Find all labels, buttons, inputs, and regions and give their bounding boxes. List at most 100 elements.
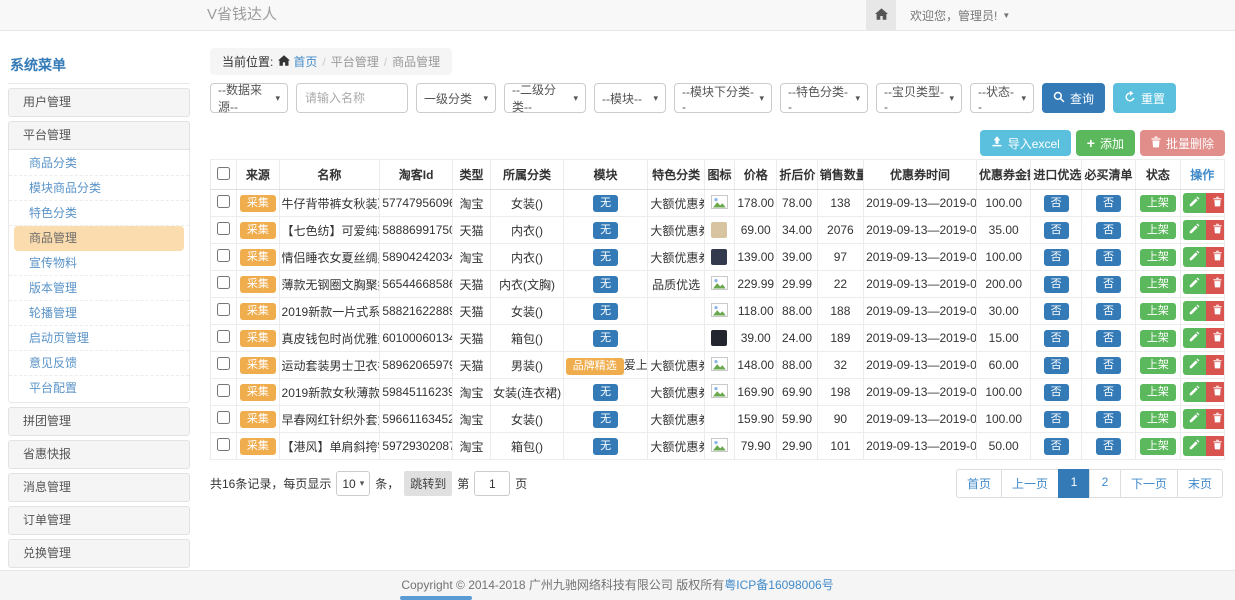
- imported-badge[interactable]: 否: [1044, 411, 1069, 428]
- imported-badge[interactable]: 否: [1044, 276, 1069, 293]
- row-checkbox[interactable]: [217, 195, 230, 208]
- edit-button[interactable]: [1183, 328, 1206, 348]
- status-badge[interactable]: 上架: [1140, 357, 1176, 374]
- status-badge[interactable]: 上架: [1140, 303, 1176, 320]
- status-badge[interactable]: 上架: [1140, 249, 1176, 266]
- must-buy-badge[interactable]: 否: [1096, 411, 1121, 428]
- must-buy-badge[interactable]: 否: [1096, 330, 1121, 347]
- row-checkbox[interactable]: [217, 276, 230, 289]
- edit-button[interactable]: [1183, 355, 1206, 375]
- status-badge[interactable]: 上架: [1140, 276, 1176, 293]
- filter-select-5[interactable]: --模块下分类--▾: [674, 83, 772, 113]
- page-button-2[interactable]: 1: [1058, 469, 1090, 498]
- row-checkbox[interactable]: [217, 384, 230, 397]
- sidebar-subitem-1[interactable]: 模块商品分类: [9, 176, 189, 201]
- sidebar-group-bottom-2[interactable]: 消息管理: [8, 473, 190, 502]
- filter-select-3[interactable]: --二级分类--▾: [504, 83, 586, 113]
- row-checkbox[interactable]: [217, 249, 230, 262]
- must-buy-badge[interactable]: 否: [1096, 303, 1121, 320]
- edit-button[interactable]: [1183, 220, 1206, 240]
- sidebar-group-bottom-1[interactable]: 省惠快报: [8, 440, 190, 469]
- status-badge[interactable]: 上架: [1140, 411, 1176, 428]
- sidebar-subitem-4[interactable]: 宣传物料: [9, 251, 189, 276]
- row-checkbox[interactable]: [217, 330, 230, 343]
- page-button-4[interactable]: 下一页: [1120, 469, 1178, 498]
- imported-badge[interactable]: 否: [1044, 195, 1069, 212]
- breadcrumb-home-link[interactable]: 首页: [278, 53, 317, 70]
- status-badge[interactable]: 上架: [1140, 222, 1176, 239]
- imported-badge[interactable]: 否: [1044, 303, 1069, 320]
- jump-button[interactable]: 跳转到: [404, 471, 452, 496]
- status-badge[interactable]: 上架: [1140, 384, 1176, 401]
- row-checkbox[interactable]: [217, 438, 230, 451]
- imported-badge[interactable]: 否: [1044, 357, 1069, 374]
- row-checkbox[interactable]: [217, 222, 230, 235]
- sidebar-subitem-5[interactable]: 版本管理: [9, 276, 189, 301]
- edit-button[interactable]: [1183, 436, 1206, 456]
- filter-select-6[interactable]: --特色分类--▾: [780, 83, 868, 113]
- sidebar-subitem-9[interactable]: 平台配置: [9, 376, 189, 401]
- horizontal-scrollbar-thumb[interactable]: [400, 596, 472, 600]
- edit-button[interactable]: [1183, 247, 1206, 267]
- jump-page-input[interactable]: [474, 471, 510, 496]
- imported-badge[interactable]: 否: [1044, 222, 1069, 239]
- delete-button[interactable]: [1206, 301, 1225, 321]
- delete-button[interactable]: [1206, 274, 1225, 294]
- reset-button[interactable]: 重置: [1113, 83, 1176, 113]
- must-buy-badge[interactable]: 否: [1096, 276, 1121, 293]
- sidebar-subitem-8[interactable]: 意见反馈: [9, 351, 189, 376]
- sidebar-group-bottom-3[interactable]: 订单管理: [8, 506, 190, 535]
- page-button-1[interactable]: 上一页: [1001, 469, 1059, 498]
- page-button-0[interactable]: 首页: [956, 469, 1002, 498]
- status-badge[interactable]: 上架: [1140, 438, 1176, 455]
- delete-button[interactable]: [1206, 436, 1225, 456]
- edit-button[interactable]: [1183, 274, 1206, 294]
- filter-select-2[interactable]: 一级分类▾: [416, 83, 496, 113]
- home-button[interactable]: [866, 0, 896, 30]
- filter-select-7[interactable]: --宝贝类型--▾: [876, 83, 962, 113]
- filter-select-0[interactable]: --数据来源--▾: [210, 83, 288, 113]
- sidebar-group-bottom-0[interactable]: 拼团管理: [8, 407, 190, 436]
- delete-button[interactable]: [1206, 193, 1225, 213]
- delete-button[interactable]: [1206, 247, 1225, 267]
- imported-badge[interactable]: 否: [1044, 330, 1069, 347]
- page-button-5[interactable]: 末页: [1177, 469, 1223, 498]
- must-buy-badge[interactable]: 否: [1096, 438, 1121, 455]
- must-buy-badge[interactable]: 否: [1096, 222, 1121, 239]
- sidebar-subitem-2[interactable]: 特色分类: [9, 201, 189, 226]
- sidebar-subitem-3[interactable]: 商品管理: [14, 226, 184, 251]
- sidebar-subitem-6[interactable]: 轮播管理: [9, 301, 189, 326]
- delete-button[interactable]: [1206, 220, 1225, 240]
- delete-button[interactable]: [1206, 328, 1225, 348]
- sidebar-subitem-0[interactable]: 商品分类: [9, 151, 189, 176]
- status-badge[interactable]: 上架: [1140, 330, 1176, 347]
- row-checkbox[interactable]: [217, 411, 230, 424]
- row-checkbox[interactable]: [217, 357, 230, 370]
- edit-button[interactable]: [1183, 193, 1206, 213]
- sidebar-group-user[interactable]: 用户管理: [8, 88, 190, 117]
- filter-select-4[interactable]: --模块--▾: [594, 83, 666, 113]
- page-button-3[interactable]: 2: [1089, 469, 1121, 498]
- must-buy-badge[interactable]: 否: [1096, 195, 1121, 212]
- select-all-checkbox[interactable]: [217, 167, 230, 180]
- must-buy-badge[interactable]: 否: [1096, 357, 1121, 374]
- sidebar-group-platform[interactable]: 平台管理: [8, 121, 190, 150]
- sidebar-subitem-7[interactable]: 启动页管理: [9, 326, 189, 351]
- row-checkbox[interactable]: [217, 303, 230, 316]
- imported-badge[interactable]: 否: [1044, 438, 1069, 455]
- delete-button[interactable]: [1206, 382, 1225, 402]
- status-badge[interactable]: 上架: [1140, 195, 1176, 212]
- filter-select-8[interactable]: --状态--▾: [970, 83, 1034, 113]
- must-buy-badge[interactable]: 否: [1096, 249, 1121, 266]
- icp-link[interactable]: 粤ICP备16098006号: [724, 578, 833, 592]
- edit-button[interactable]: [1183, 382, 1206, 402]
- add-button[interactable]: + 添加: [1076, 130, 1135, 156]
- imported-badge[interactable]: 否: [1044, 249, 1069, 266]
- must-buy-badge[interactable]: 否: [1096, 384, 1121, 401]
- batch-delete-button[interactable]: 批量删除: [1140, 130, 1225, 156]
- edit-button[interactable]: [1183, 409, 1206, 429]
- per-page-select[interactable]: 10 ▾: [336, 471, 370, 496]
- search-button[interactable]: 查询: [1042, 83, 1105, 113]
- delete-button[interactable]: [1206, 409, 1225, 429]
- import-excel-button[interactable]: 导入excel: [980, 130, 1071, 156]
